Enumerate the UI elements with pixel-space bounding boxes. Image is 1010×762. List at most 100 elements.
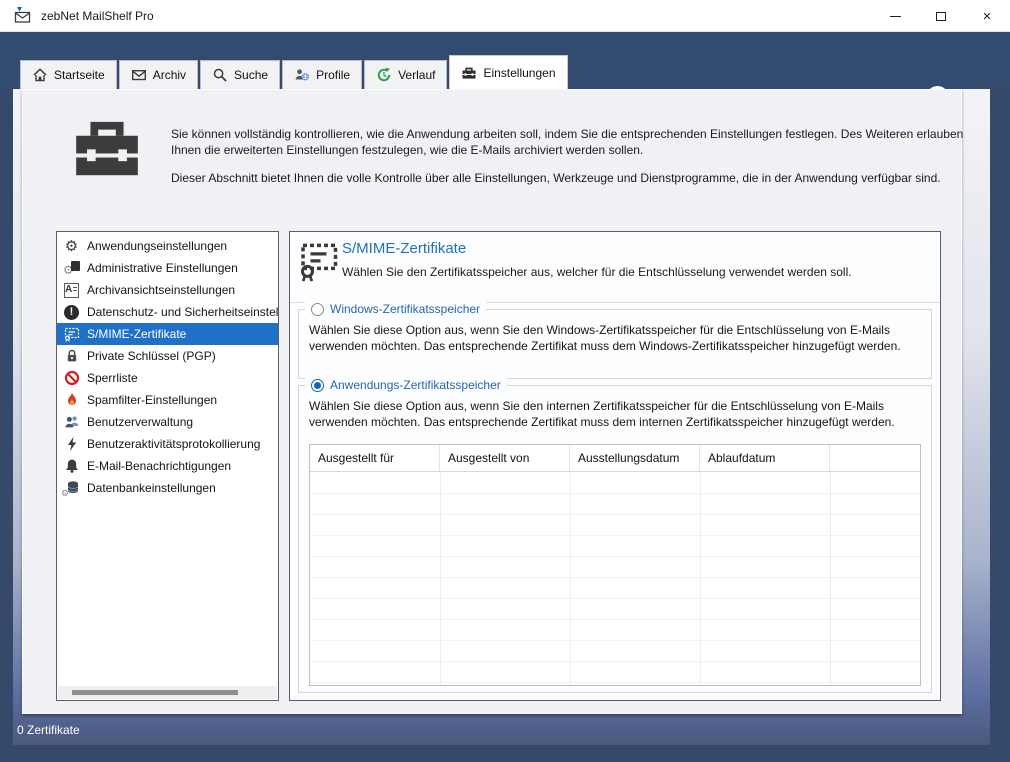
sidebar-item-label: Sperrliste: [87, 371, 138, 385]
minimize-icon: [890, 16, 901, 17]
archive-view-icon: A: [63, 282, 80, 299]
application-store-groupbox: Anwendungs-Zertifikatsspeicher Wählen Si…: [298, 385, 932, 693]
window-backdrop: Sie können vollständig kontrollieren, wi…: [13, 89, 990, 745]
radio-checked-icon[interactable]: [311, 379, 324, 392]
toolbox-icon: [461, 65, 477, 81]
home-icon: [32, 67, 48, 83]
sidebar-item-label: E-Mail-Benachrichtigungen: [87, 459, 231, 473]
block-icon: [63, 370, 80, 387]
lightning-icon: [63, 436, 80, 453]
scrollbar-thumb[interactable]: [72, 690, 238, 695]
smime-header: S/MIME-Zertifikate Wählen Sie den Zertif…: [290, 232, 940, 303]
sidebar-item-label: S/MIME-Zertifikate: [87, 327, 186, 341]
tab-label: Archiv: [153, 68, 186, 82]
sidebar-item-label: Anwendungseinstellungen: [87, 239, 227, 253]
option-description: Wählen Sie diese Option aus, wenn Sie de…: [299, 386, 931, 430]
sidebar-item-label: Datenbankeinstellungen: [87, 481, 216, 495]
gear-icon: ⚙: [63, 238, 80, 255]
option-label: Anwendungs-Zertifikatsspeicher: [330, 378, 501, 392]
sidebar-item-sperrliste[interactable]: Sperrliste: [57, 367, 278, 389]
table-body-empty: [310, 473, 920, 685]
flame-icon: [63, 392, 80, 409]
option-description: Wählen Sie diese Option aus, wenn Sie de…: [299, 310, 931, 354]
column-header-ausstellungsdatum[interactable]: Ausstellungsdatum: [570, 445, 700, 471]
table-column-separator: [570, 473, 571, 685]
sidebar-item-label: Datenschutz- und Sicherheitseinstellunge…: [87, 305, 278, 319]
column-header-ablaufdatum[interactable]: Ablaufdatum: [700, 445, 830, 471]
sidebar-item-datenbankeinstellungen[interactable]: ⚙ Datenbankeinstellungen: [57, 477, 278, 499]
certificate-table[interactable]: Ausgestellt für Ausgestellt von Ausstell…: [309, 444, 921, 686]
lock-icon: [63, 348, 80, 365]
sidebar-item-archivansichtseinstellungen[interactable]: A Archivansichtseinstellungen: [57, 279, 278, 301]
sidebar-item-label: Benutzeraktivitätsprotokollierung: [87, 437, 260, 451]
privacy-alert-icon: !: [63, 304, 80, 321]
close-button[interactable]: ×: [964, 0, 1010, 32]
column-header-empty[interactable]: [830, 445, 920, 471]
certificate-icon: [63, 326, 80, 343]
tab-label: Einstellungen: [483, 66, 555, 80]
maximize-icon: [936, 12, 946, 21]
sidebar-item-datenschutz-sicherheit[interactable]: ! Datenschutz- und Sicherheitseinstellun…: [57, 301, 278, 323]
app-title: zebNet MailShelf Pro: [41, 9, 154, 23]
sidebar-item-spamfilter-einstellungen[interactable]: Spamfilter-Einstellungen: [57, 389, 278, 411]
profiles-icon: [294, 67, 310, 83]
table-header-row: Ausgestellt für Ausgestellt von Ausstell…: [310, 445, 920, 472]
titlebar: zebNet MailShelf Pro ×: [0, 0, 1010, 32]
search-icon: [212, 67, 228, 83]
window-controls: ×: [872, 0, 1010, 32]
radio-unchecked-icon[interactable]: [311, 303, 324, 316]
sidebar-item-label: Benutzerverwaltung: [87, 415, 193, 429]
close-icon: ×: [983, 9, 992, 24]
sidebar-item-label: Archivansichtseinstellungen: [87, 283, 235, 297]
tab-startseite[interactable]: Startseite: [20, 60, 117, 89]
section-description: Sie können vollständig kontrollieren, wi…: [171, 126, 965, 186]
windows-store-groupbox: Windows-Zertifikatsspeicher Wählen Sie d…: [298, 309, 932, 379]
app-window: zebNet MailShelf Pro × Startseite Archiv: [0, 0, 1010, 762]
intro-paragraph-1: Sie können vollständig kontrollieren, wi…: [171, 126, 965, 158]
sidebar-item-label: Private Schlüssel (PGP): [87, 349, 216, 363]
minimize-button[interactable]: [872, 0, 918, 32]
tab-label: Suche: [234, 68, 268, 82]
sidebar-item-administrative-einstellungen[interactable]: ⚙ Administrative Einstellungen: [57, 257, 278, 279]
app-logo-icon: [13, 7, 33, 25]
settings-list: ⚙ Anwendungseinstellungen ⚙ Administrati…: [57, 232, 278, 499]
admin-gear-icon: ⚙: [63, 260, 80, 277]
sidebar-item-private-schluessel-pgp[interactable]: Private Schlüssel (PGP): [57, 345, 278, 367]
tab-bar: Startseite Archiv Suche Profile: [0, 32, 1010, 89]
sidebar-horizontal-scrollbar[interactable]: [58, 686, 277, 699]
table-column-separator: [440, 473, 441, 685]
maximize-button[interactable]: [918, 0, 964, 32]
certificate-large-icon: [299, 240, 339, 285]
table-column-separator: [700, 473, 701, 685]
database-icon: ⚙: [63, 480, 80, 497]
tab-label: Profile: [316, 68, 350, 82]
bell-icon: [63, 458, 80, 475]
settings-sidebar: ⚙ Anwendungseinstellungen ⚙ Administrati…: [56, 231, 279, 701]
status-count: 0 Zertifikate: [17, 723, 80, 737]
page-subtitle: Wählen Sie den Zertifikatsspeicher aus, …: [342, 265, 852, 279]
sidebar-item-benutzerverwaltung[interactable]: Benutzerverwaltung: [57, 411, 278, 433]
option-label: Windows-Zertifikatsspeicher: [330, 302, 480, 316]
smime-panel: S/MIME-Zertifikate Wählen Sie den Zertif…: [289, 231, 941, 701]
tab-einstellungen[interactable]: Einstellungen: [449, 55, 567, 89]
tab-label: Verlauf: [398, 68, 435, 82]
sidebar-item-label: Administrative Einstellungen: [87, 261, 238, 275]
sidebar-item-label: Spamfilter-Einstellungen: [87, 393, 217, 407]
page-title: S/MIME-Zertifikate: [342, 240, 466, 257]
tab-suche[interactable]: Suche: [200, 60, 280, 89]
toolbox-large-icon: [69, 114, 145, 185]
sidebar-item-anwendungseinstellungen[interactable]: ⚙ Anwendungseinstellungen: [57, 235, 278, 257]
application-store-option[interactable]: Anwendungs-Zertifikatsspeicher: [305, 378, 507, 392]
sidebar-item-smime-zertifikate[interactable]: S/MIME-Zertifikate: [57, 323, 278, 345]
windows-store-option[interactable]: Windows-Zertifikatsspeicher: [305, 302, 486, 316]
tab-archiv[interactable]: Archiv: [119, 60, 198, 89]
history-icon: [376, 67, 392, 83]
column-header-ausgestellt-von[interactable]: Ausgestellt von: [440, 445, 570, 471]
intro-paragraph-2: Dieser Abschnitt bietet Ihnen die volle …: [171, 170, 965, 186]
content-panel: Sie können vollständig kontrollieren, wi…: [22, 89, 962, 714]
column-header-ausgestellt-fuer[interactable]: Ausgestellt für: [310, 445, 440, 471]
sidebar-item-email-benachrichtigungen[interactable]: E-Mail-Benachrichtigungen: [57, 455, 278, 477]
sidebar-item-benutzeraktivitaetsprotokollierung[interactable]: Benutzeraktivitätsprotokollierung: [57, 433, 278, 455]
tab-verlauf[interactable]: Verlauf: [364, 60, 447, 89]
tab-profile[interactable]: Profile: [282, 60, 362, 89]
